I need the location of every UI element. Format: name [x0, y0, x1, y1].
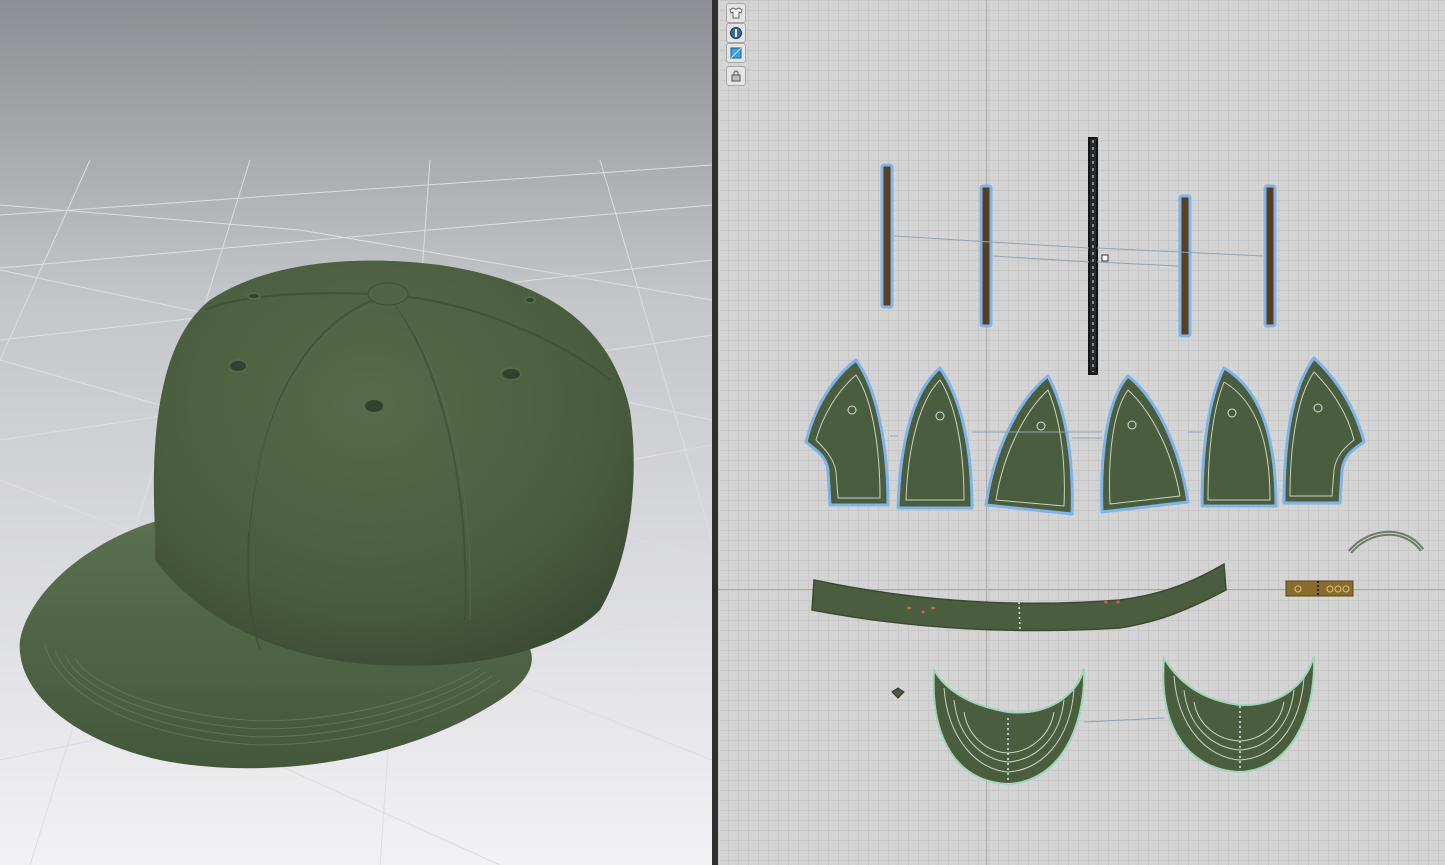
- crown-panel-2[interactable]: [896, 366, 974, 510]
- seam-tape-2[interactable]: [979, 184, 993, 328]
- seam-tapes[interactable]: [880, 137, 1277, 375]
- button-top[interactable]: [891, 687, 905, 699]
- crown-panel-4[interactable]: [1100, 374, 1190, 514]
- transform-handle[interactable]: [1101, 254, 1109, 262]
- crown-panel-5[interactable]: [1200, 366, 1278, 508]
- 3d-scene: [0, 0, 712, 865]
- sweatband[interactable]: [811, 562, 1227, 632]
- crown-panel-1[interactable]: [804, 358, 890, 507]
- pattern-canvas[interactable]: [718, 0, 1445, 865]
- 2d-pattern-window[interactable]: [718, 0, 1445, 865]
- seam-tape-4[interactable]: [1178, 194, 1192, 338]
- visor-bottom[interactable]: [1162, 654, 1316, 774]
- crown-panel-6[interactable]: [1282, 356, 1366, 505]
- snap-closure[interactable]: [1285, 580, 1354, 597]
- seam-tape-1[interactable]: [880, 163, 894, 309]
- crown-panels[interactable]: [804, 356, 1366, 516]
- seam-tape-5[interactable]: [1263, 184, 1277, 328]
- 3d-viewport[interactable]: [0, 0, 712, 865]
- crown-panel-3[interactable]: [984, 374, 1074, 516]
- visor-top[interactable]: [932, 666, 1086, 786]
